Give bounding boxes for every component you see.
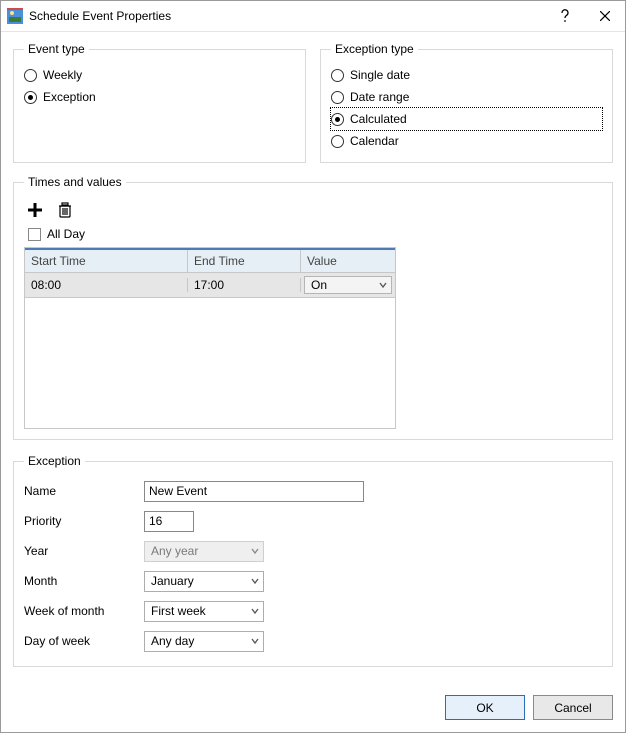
times-grid: Start Time End Time Value 08:0017:00On — [24, 247, 396, 429]
value-cell: On — [301, 274, 395, 296]
month-value: January — [151, 574, 194, 588]
radio-icon — [331, 69, 344, 82]
col-start-header[interactable]: Start Time — [25, 250, 188, 272]
dialog-body: Event type Weekly Exception Exception typ… — [1, 32, 625, 685]
radio-icon — [24, 91, 37, 104]
table-row[interactable]: 08:0017:00On — [25, 273, 395, 298]
priority-label: Priority — [24, 514, 144, 528]
radio-icon — [331, 91, 344, 104]
radio-label: Exception — [43, 90, 96, 104]
radio-label: Calculated — [350, 112, 407, 126]
exception-type-option[interactable]: Single date — [331, 64, 602, 86]
times-values-legend: Times and values — [24, 175, 126, 189]
dialog-footer: OK Cancel — [1, 685, 625, 732]
exception-type-option[interactable]: Calculated — [331, 108, 602, 130]
times-values-group: Times and values — [13, 175, 613, 440]
all-day-label: All Day — [47, 227, 85, 241]
window-title: Schedule Event Properties — [29, 9, 171, 23]
priority-input[interactable] — [144, 511, 194, 532]
day-value: Any day — [151, 634, 194, 648]
app-icon — [7, 8, 23, 24]
cancel-button[interactable]: Cancel — [533, 695, 613, 720]
month-label: Month — [24, 574, 144, 588]
chevron-down-icon — [379, 281, 387, 289]
dialog-window: Schedule Event Properties Event type Wee… — [0, 0, 626, 733]
all-day-checkbox[interactable] — [28, 228, 41, 241]
col-end-header[interactable]: End Time — [188, 250, 301, 272]
delete-row-button[interactable] — [54, 199, 76, 221]
name-input[interactable] — [144, 481, 364, 502]
radio-icon — [331, 135, 344, 148]
times-toolbar — [24, 197, 602, 225]
event-type-legend: Event type — [24, 42, 89, 56]
year-label: Year — [24, 544, 144, 558]
all-day-row: All Day — [24, 225, 602, 247]
event-type-option[interactable]: Weekly — [24, 64, 295, 86]
event-type-option[interactable]: Exception — [24, 86, 295, 108]
chevron-down-icon — [251, 637, 259, 645]
add-row-button[interactable] — [24, 199, 46, 221]
event-type-group: Event type Weekly Exception — [13, 42, 306, 163]
radio-label: Calendar — [350, 134, 399, 148]
col-value-header[interactable]: Value — [301, 250, 395, 272]
month-combo[interactable]: January — [144, 571, 264, 592]
exception-legend: Exception — [24, 454, 85, 468]
exception-type-legend: Exception type — [331, 42, 418, 56]
ok-button[interactable]: OK — [445, 695, 525, 720]
exception-group: Exception Name Priority Year Any year Mo… — [13, 454, 613, 667]
radio-icon — [24, 69, 37, 82]
radio-icon — [331, 113, 344, 126]
day-combo[interactable]: Any day — [144, 631, 264, 652]
exception-type-group: Exception type Single date Date range Calc… — [320, 42, 613, 163]
chevron-down-icon — [251, 577, 259, 585]
grid-empty-area — [25, 298, 395, 428]
day-label: Day of week — [24, 634, 144, 648]
title-bar: Schedule Event Properties — [1, 1, 625, 32]
radio-label: Weekly — [43, 68, 82, 82]
week-value: First week — [151, 604, 206, 618]
times-grid-header: Start Time End Time Value — [25, 248, 395, 273]
value-select[interactable]: On — [304, 276, 392, 294]
exception-type-option[interactable]: Date range — [331, 86, 602, 108]
close-button[interactable] — [585, 1, 625, 31]
chevron-down-icon — [251, 547, 259, 555]
name-label: Name — [24, 484, 144, 498]
radio-label: Date range — [350, 90, 409, 104]
chevron-down-icon — [251, 607, 259, 615]
year-combo[interactable]: Any year — [144, 541, 264, 562]
help-button[interactable] — [545, 1, 585, 31]
exception-type-option[interactable]: Calendar — [331, 130, 602, 152]
radio-label: Single date — [350, 68, 410, 82]
end-time-cell[interactable]: 17:00 — [188, 278, 301, 292]
year-value: Any year — [151, 544, 198, 558]
week-combo[interactable]: First week — [144, 601, 264, 622]
week-label: Week of month — [24, 604, 144, 618]
start-time-cell[interactable]: 08:00 — [25, 278, 188, 292]
